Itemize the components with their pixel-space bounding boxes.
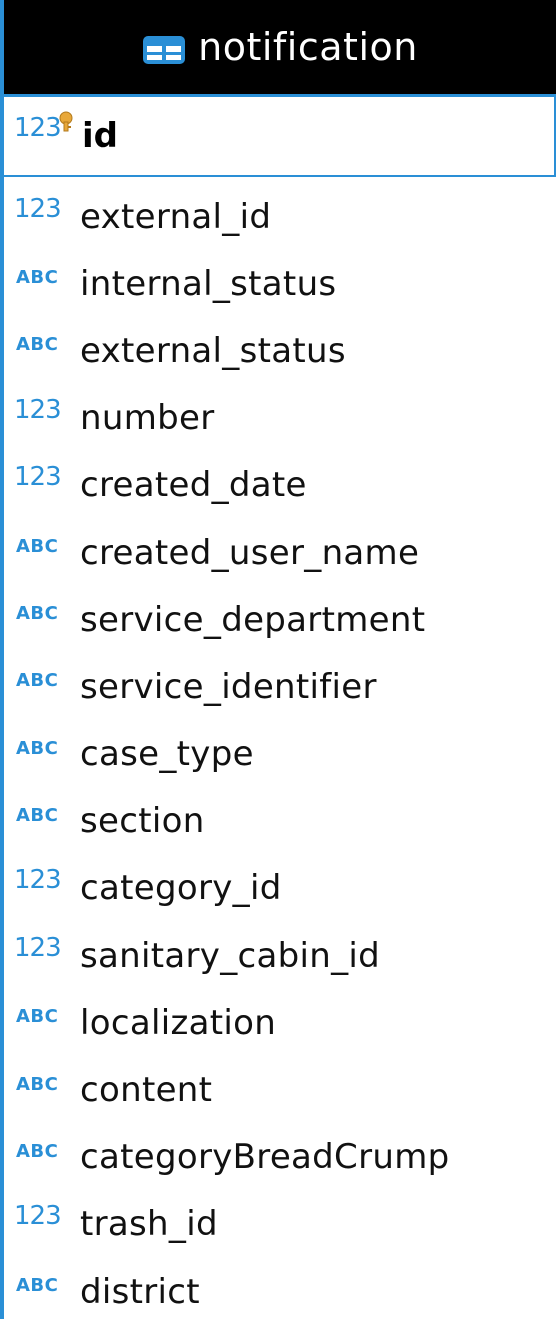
column-row[interactable]: ABC internal_status	[4, 250, 556, 317]
column-label: created_user_name	[80, 532, 420, 573]
column-label: service_department	[80, 599, 426, 640]
numeric-type-icon: 123	[14, 193, 62, 224]
string-type-icon: ABC	[16, 334, 59, 356]
string-type-icon: ABC	[16, 1140, 59, 1162]
column-row[interactable]: ABC service_identifier	[4, 653, 556, 720]
column-label: number	[80, 398, 215, 439]
column-label: categoryBreadCrump	[80, 1137, 450, 1178]
column-row[interactable]: 123 sanitary_cabin_id	[4, 922, 556, 989]
entity-box[interactable]: notification 123 id 123 external_id ABC int…	[0, 0, 556, 1319]
table-icon	[142, 35, 186, 65]
column-label: service_identifier	[80, 666, 377, 707]
column-row[interactable]: ABC service_department	[4, 586, 556, 653]
numeric-type-icon: 123	[14, 395, 62, 426]
column-label: case_type	[80, 734, 254, 775]
primary-key-label: id	[82, 116, 118, 156]
string-type-icon: ABC	[16, 536, 59, 558]
column-row[interactable]: 123 category_id	[4, 855, 556, 922]
numeric-type-icon: 123	[14, 932, 62, 963]
numeric-type-icon: 123	[14, 865, 62, 896]
column-label: external_id	[80, 196, 272, 237]
key-icon	[58, 111, 74, 133]
column-label: category_id	[80, 868, 282, 909]
string-type-icon: ABC	[16, 1006, 59, 1028]
column-row[interactable]: ABC external_status	[4, 317, 556, 384]
column-label: localization	[80, 1002, 277, 1043]
column-row[interactable]: 123 number	[4, 385, 556, 452]
column-label: trash_id	[80, 1204, 218, 1245]
column-label: content	[80, 1070, 213, 1111]
column-row[interactable]: ABC created_user_name	[4, 519, 556, 586]
string-type-icon: ABC	[16, 804, 59, 826]
column-list: 123 external_id ABC internal_status ABC exter…	[4, 183, 556, 1325]
numeric-type-icon: 123	[14, 462, 62, 493]
entity-header[interactable]: notification	[4, 0, 556, 97]
string-type-icon: ABC	[16, 737, 59, 759]
column-row[interactable]: ABC categoryBreadCrump	[4, 1124, 556, 1191]
primary-key-row[interactable]: 123 id	[4, 97, 556, 177]
string-type-icon: ABC	[16, 1275, 59, 1297]
column-row[interactable]: 123 external_id	[4, 183, 556, 250]
column-row[interactable]: 123 trash_id	[4, 1191, 556, 1258]
column-row[interactable]: ABC case_type	[4, 721, 556, 788]
string-type-icon: ABC	[16, 603, 59, 625]
numeric-type-icon: 123	[14, 1201, 62, 1232]
column-label: section	[80, 801, 205, 842]
entity-title: notification	[198, 25, 418, 69]
column-row[interactable]: ABC localization	[4, 989, 556, 1056]
column-label: internal_status	[80, 263, 337, 304]
column-row[interactable]: ABC section	[4, 788, 556, 855]
string-type-icon: ABC	[16, 267, 59, 289]
column-row[interactable]: 123 created_date	[4, 452, 556, 519]
string-type-icon: ABC	[16, 670, 59, 692]
string-type-icon: ABC	[16, 1073, 59, 1095]
column-label: external_status	[80, 330, 346, 371]
column-label: district	[80, 1271, 200, 1312]
column-label: created_date	[80, 465, 307, 506]
column-label: sanitary_cabin_id	[80, 935, 381, 976]
column-row[interactable]: ABC content	[4, 1056, 556, 1123]
column-row[interactable]: ABC district	[4, 1258, 556, 1325]
